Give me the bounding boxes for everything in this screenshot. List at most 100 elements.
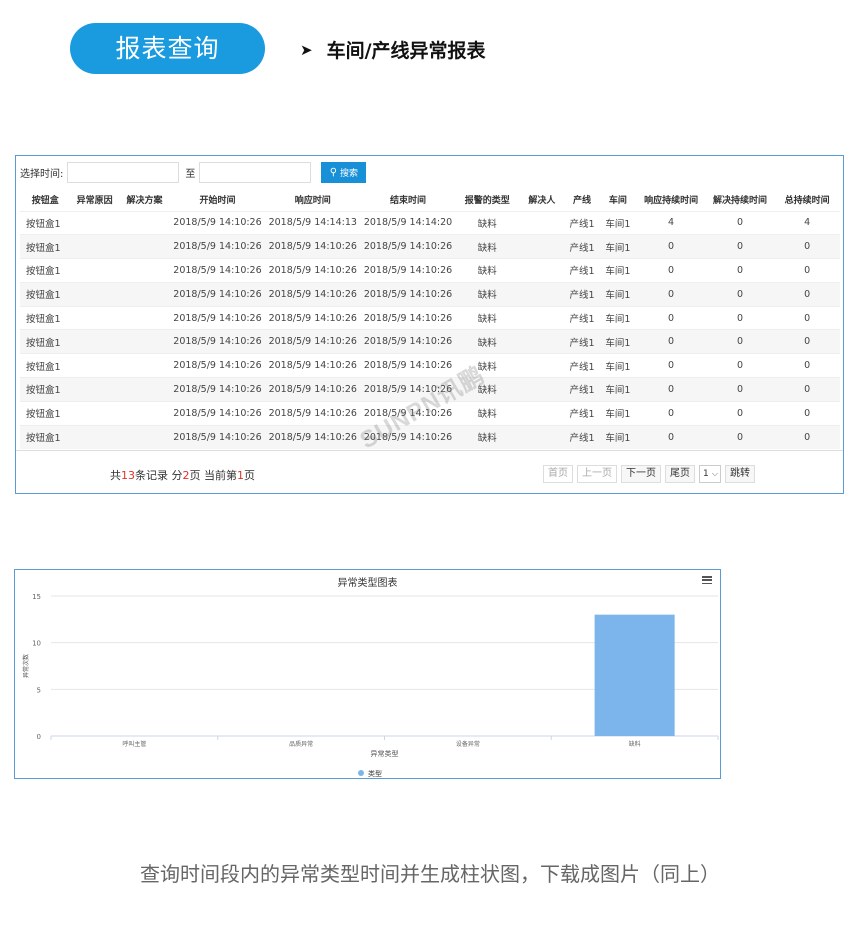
table-cell: 0 (636, 234, 706, 259)
table-row[interactable]: 按钮盒1 2018/5/9 14:10:26 2018/5/9 14:10:26 20… (20, 424, 840, 449)
section-title-text: 车间/产线异常报表 (326, 40, 486, 62)
table-cell: 0 (705, 424, 775, 449)
table-row[interactable]: 按钮盒1 2018/5/9 14:10:26 2018/5/9 14:10:26 20… (20, 305, 840, 330)
table-cell: 0 (774, 305, 840, 330)
table-cell: 按钮盒1 (20, 258, 71, 283)
end-time-input[interactable] (199, 161, 312, 183)
column-header: 开始时间 (199, 196, 236, 207)
table-cell: 0 (636, 400, 706, 426)
table-row[interactable]: 按钮盒1 2018/5/9 14:10:26 2018/5/9 14:10:26 20… (20, 329, 840, 354)
table-cell: 0 (705, 210, 775, 235)
table-cell: 车间1 (599, 377, 637, 402)
table-cell (118, 353, 171, 378)
table-cell (70, 258, 119, 283)
table-row[interactable]: 按钮盒1 2018/5/9 14:10:26 2018/5/9 14:14:13 20… (20, 210, 840, 235)
table-cell (70, 281, 119, 307)
table-cell: 按钮盒1 (20, 329, 71, 354)
table-cell: 2018/5/9 14:10:26 (264, 377, 361, 402)
last-page-button[interactable]: 尾页 (665, 465, 695, 483)
x-tick-label: 品质异常 (289, 740, 313, 748)
x-tick-label: 呼叫主管 (122, 740, 146, 748)
table-cell: 0 (705, 234, 775, 259)
table-row[interactable]: 按钮盒1 2018/5/9 14:10:26 2018/5/9 14:10:26 20… (20, 281, 840, 307)
table-cell (70, 424, 119, 449)
table-cell (519, 210, 565, 235)
first-page-button[interactable]: 首页 (543, 465, 573, 483)
table-cell: 产线1 (564, 329, 600, 354)
table-cell (118, 305, 171, 330)
table-cell: 产线1 (564, 305, 600, 330)
y-tick-label: 15 (32, 593, 41, 601)
table-cell: 0 (774, 424, 840, 449)
table-cell: 产线1 (564, 210, 600, 235)
table-cell: 0 (636, 258, 706, 283)
table-cell: 2018/5/9 14:10:26 (170, 329, 265, 354)
table-cell: 2018/5/9 14:10:26 (264, 400, 361, 426)
table-cell: 2018/5/9 14:10:26 (264, 258, 361, 283)
table-cell: 2018/5/9 14:10:26 (264, 305, 361, 330)
table-cell: 按钮盒1 (20, 353, 71, 378)
table-cell (118, 281, 171, 307)
table-cell: 2018/5/9 14:10:26 (170, 424, 265, 449)
table-cell: 按钮盒1 (20, 400, 71, 426)
table-cell: 4 (636, 210, 706, 235)
table-cell: 2018/5/9 14:10:26 (360, 258, 456, 283)
table-cell: 0 (636, 329, 706, 354)
table-cell: 产线1 (564, 400, 600, 426)
table-cell: 缺料 (455, 210, 520, 235)
table-row[interactable]: 按钮盒1 2018/5/9 14:10:26 2018/5/9 14:10:26 20… (20, 353, 840, 378)
table-cell: 车间1 (599, 305, 637, 330)
table-cell: 产线1 (564, 281, 600, 307)
menu-icon[interactable] (702, 576, 712, 584)
table-cell: 缺料 (455, 281, 520, 307)
column-header: 车间 (608, 196, 627, 207)
table-header-row: 按钮盒 异常原因 解决方案 开始时间 响应时间 结束时间 报警的类型 解决人 产线 车间 响应持续时… (20, 189, 840, 211)
table-cell: 2018/5/9 14:10:26 (170, 234, 265, 259)
column-header: 报警的类型 (464, 196, 510, 207)
arrow-icon: ➤ (300, 40, 313, 59)
column-header: 响应持续时间 (644, 196, 699, 207)
table-cell (118, 210, 171, 235)
table-cell (118, 424, 171, 449)
table-cell: 车间1 (599, 210, 637, 235)
column-header: 结束时间 (390, 196, 427, 207)
jump-button[interactable]: 跳转 (725, 465, 755, 483)
search-button-label: 搜索 (340, 168, 359, 179)
prev-page-button[interactable]: 上一页 (577, 465, 617, 483)
page-select[interactable]: 1 ⌵ (699, 465, 721, 483)
table-cell: 0 (705, 329, 775, 354)
table-cell: 2018/5/9 14:10:26 (360, 305, 456, 330)
table-cell: 0 (774, 329, 840, 354)
table-cell (118, 377, 171, 402)
table-cell (519, 400, 565, 426)
table-cell (70, 305, 119, 330)
table-cell (519, 281, 565, 307)
table-row[interactable]: 按钮盒1 2018/5/9 14:10:26 2018/5/9 14:10:26 20… (20, 258, 840, 283)
table-cell: 0 (636, 281, 706, 307)
column-header: 异常原因 (76, 196, 113, 207)
column-header: 产线 (573, 196, 592, 207)
table-cell (118, 258, 171, 283)
chevron-down-icon: ⌵ (711, 469, 718, 478)
report-query-pill: 报表查询 (70, 23, 265, 74)
table-cell: 按钮盒1 (20, 234, 71, 259)
table-cell (519, 234, 565, 259)
start-time-input[interactable] (67, 161, 180, 183)
table-cell: 缺料 (455, 305, 520, 330)
table-cell: 2018/5/9 14:10:26 (170, 305, 265, 330)
table-cell: 0 (636, 377, 706, 402)
chart-panel: 0 5 10 15 呼叫主管 品质异常 设备异常 缺料 异常类型 异常次数 类型 异常类型图表 (14, 569, 721, 779)
table-cell (70, 400, 119, 426)
table-cell: 产线1 (564, 353, 600, 378)
search-button[interactable]: ⚲ 搜索 (321, 161, 367, 183)
table-cell: 产线1 (564, 258, 600, 283)
table-row[interactable]: 按钮盒1 2018/5/9 14:10:26 2018/5/9 14:10:26 20… (20, 234, 840, 259)
table-cell (70, 210, 119, 235)
next-page-button[interactable]: 下一页 (621, 465, 661, 483)
table-cell: 缺料 (455, 400, 520, 426)
filter-bar: 选择时间: 至 ⚲ 搜索 (20, 161, 367, 183)
table-cell (118, 234, 171, 259)
summary-prefix: 共 (110, 469, 121, 482)
table-cell: 按钮盒1 (20, 305, 71, 330)
table-cell: 车间1 (599, 424, 637, 449)
